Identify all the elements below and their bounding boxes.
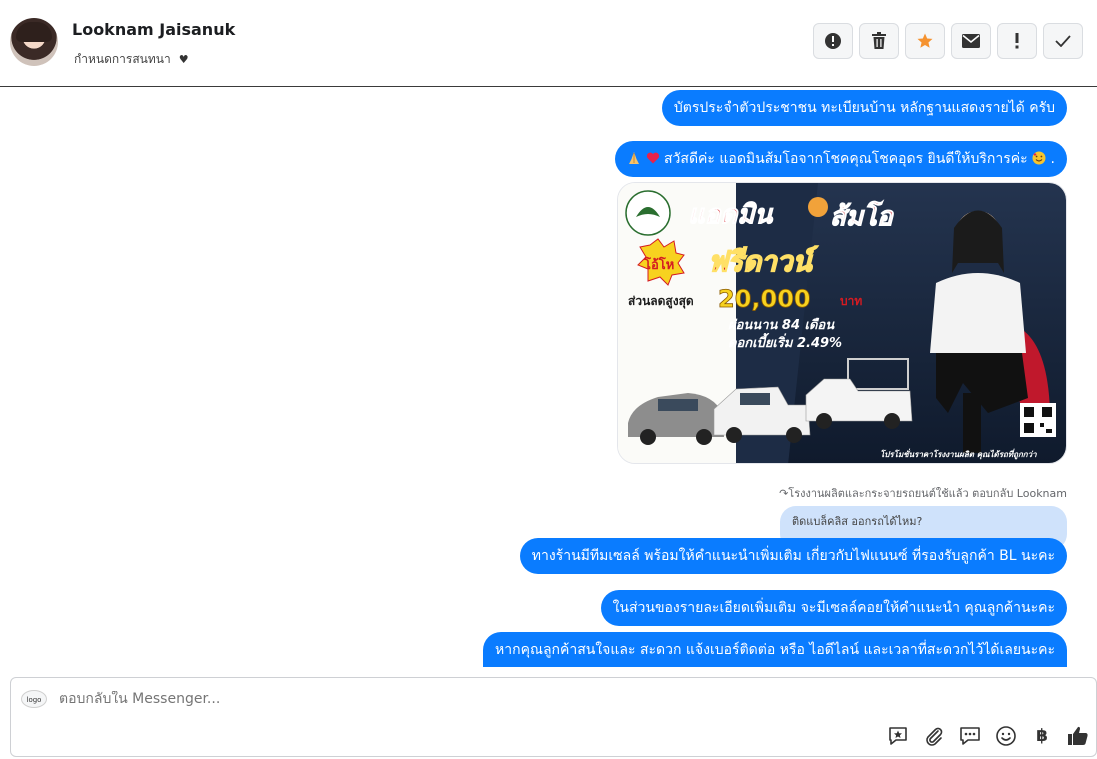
mark-done-button[interactable] bbox=[1043, 23, 1083, 59]
promo-discount-amount: 20,000 bbox=[718, 285, 811, 313]
saved-reply-button[interactable] bbox=[886, 724, 910, 748]
message-text: สวัสดีค่ะ แอดมินส้มโอจากโชคคุณโชคอุดร ยิ… bbox=[664, 151, 1028, 167]
chevron-heart-icon: ♥ bbox=[178, 53, 189, 66]
alert-icon bbox=[825, 33, 841, 49]
chat-star-icon bbox=[889, 727, 907, 745]
trash-icon bbox=[872, 32, 886, 49]
thumbs-up-icon bbox=[1068, 726, 1088, 745]
promo-headline: แอดมิน bbox=[688, 200, 773, 230]
conversation-header: Looknam Jaisanuk กำหนดการสนทนา ♥ bbox=[0, 0, 1097, 87]
chat-bubble-dots-icon bbox=[960, 727, 980, 745]
like-button[interactable] bbox=[1066, 724, 1090, 748]
quick-replies-button[interactable] bbox=[958, 724, 982, 748]
reply-input[interactable] bbox=[59, 691, 659, 707]
quoted-text: ติดแบล็คลิส ออกรถได้ไหม? bbox=[792, 515, 923, 528]
promo-image[interactable]: แอดมิน ส้มโอ โอ้โห ฟรีดาวน์ ส่วนลดสูงสุด… bbox=[617, 182, 1067, 464]
contact-avatar[interactable] bbox=[10, 18, 58, 66]
message-thread[interactable]: บัตรประจำตัวประชาชน ทะเบียนบ้าน หลักฐานแ… bbox=[0, 87, 1097, 667]
promo-free-down: ฟรีดาวน์ bbox=[708, 245, 819, 278]
mail-button[interactable] bbox=[951, 23, 991, 59]
contact-name[interactable]: Looknam Jaisanuk bbox=[72, 20, 235, 39]
message-text: หากคุณลูกค้าสนใจและ สะดวก แจ้งเบอร์ติดต่… bbox=[495, 642, 1055, 658]
smiley-icon bbox=[996, 726, 1016, 746]
mark-important-button[interactable] bbox=[997, 23, 1037, 59]
delete-button[interactable] bbox=[859, 23, 899, 59]
report-button[interactable] bbox=[813, 23, 853, 59]
red-heart-icon bbox=[646, 152, 659, 164]
message-bubble[interactable]: ในส่วนของรายละเอียดเพิ่มเติม จะมีเซลล์คอ… bbox=[600, 590, 1067, 626]
promo-footer: โปรโมชั่นราคาโรงงานผลิต คุณได้รถที่ถูกกว… bbox=[880, 448, 1037, 460]
promo-image-art: แอดมิน ส้มโอ โอ้โห ฟรีดาวน์ ส่วนลดสูงสุด… bbox=[618, 183, 1066, 463]
praying-hands-icon bbox=[629, 152, 640, 164]
reply-indicator: ↷โรงงานผลิตและกระจายรถยนต์ใช้แล้ว ตอบกลั… bbox=[779, 484, 1067, 502]
message-bubble[interactable]: หากคุณลูกค้าสนใจและ สะดวก แจ้งเบอร์ติดต่… bbox=[483, 632, 1067, 667]
promo-badge: โอ้โห bbox=[643, 256, 674, 273]
message-bubble[interactable]: สวัสดีค่ะ แอดมินส้มโอจากโชคคุณโชคอุดร ยิ… bbox=[615, 141, 1067, 177]
message-text: บัตรประจำตัวประชาชน ทะเบียนบ้าน หลักฐานแ… bbox=[673, 100, 1055, 116]
reply-meta-text: โรงงานผลิตและกระจายรถยนต์ใช้แล้ว ตอบกลับ… bbox=[788, 487, 1067, 500]
schedule-label: กำหนดการสนทนา bbox=[74, 52, 171, 66]
message-bubble[interactable]: ทางร้านมีทีมเซลล์ พร้อมให้คำแนะนำเพิ่มเต… bbox=[519, 538, 1067, 574]
check-icon bbox=[1055, 35, 1071, 47]
promo-headline-2: ส้มโอ bbox=[830, 200, 894, 232]
reply-composer: logo ฿ bbox=[10, 677, 1097, 757]
star-icon bbox=[917, 33, 933, 48]
message-text: ทางร้านมีทีมเซลล์ พร้อมให้คำแนะนำเพิ่มเต… bbox=[531, 548, 1055, 564]
page-avatar: logo bbox=[21, 690, 47, 708]
star-button[interactable] bbox=[905, 23, 945, 59]
schedule-dropdown[interactable]: กำหนดการสนทนา ♥ bbox=[74, 50, 189, 69]
promo-installment: ผ่อนนาน 84 เดือน bbox=[728, 317, 835, 333]
paperclip-icon bbox=[926, 727, 943, 746]
attach-button[interactable] bbox=[922, 724, 946, 748]
baht-icon: ฿ bbox=[1036, 726, 1048, 746]
mail-icon bbox=[962, 34, 980, 48]
promo-discount-unit: บาท bbox=[840, 294, 862, 308]
composer-tools: ฿ bbox=[886, 724, 1090, 748]
promo-discount-label: ส่วนลดสูงสุด bbox=[628, 294, 694, 309]
message-suffix: . bbox=[1050, 151, 1055, 167]
message-bubble[interactable]: บัตรประจำตัวประชาชน ทะเบียนบ้าน หลักฐานแ… bbox=[661, 90, 1067, 126]
emoji-button[interactable] bbox=[994, 724, 1018, 748]
exclamation-icon bbox=[1015, 33, 1019, 49]
smiling-hearts-face-icon bbox=[1032, 151, 1046, 165]
header-actions bbox=[813, 23, 1083, 59]
message-text: ในส่วนของรายละเอียดเพิ่มเติม จะมีเซลล์คอ… bbox=[612, 600, 1055, 616]
reply-arrow-icon: ↷ bbox=[779, 487, 789, 500]
payment-button[interactable]: ฿ bbox=[1030, 724, 1054, 748]
